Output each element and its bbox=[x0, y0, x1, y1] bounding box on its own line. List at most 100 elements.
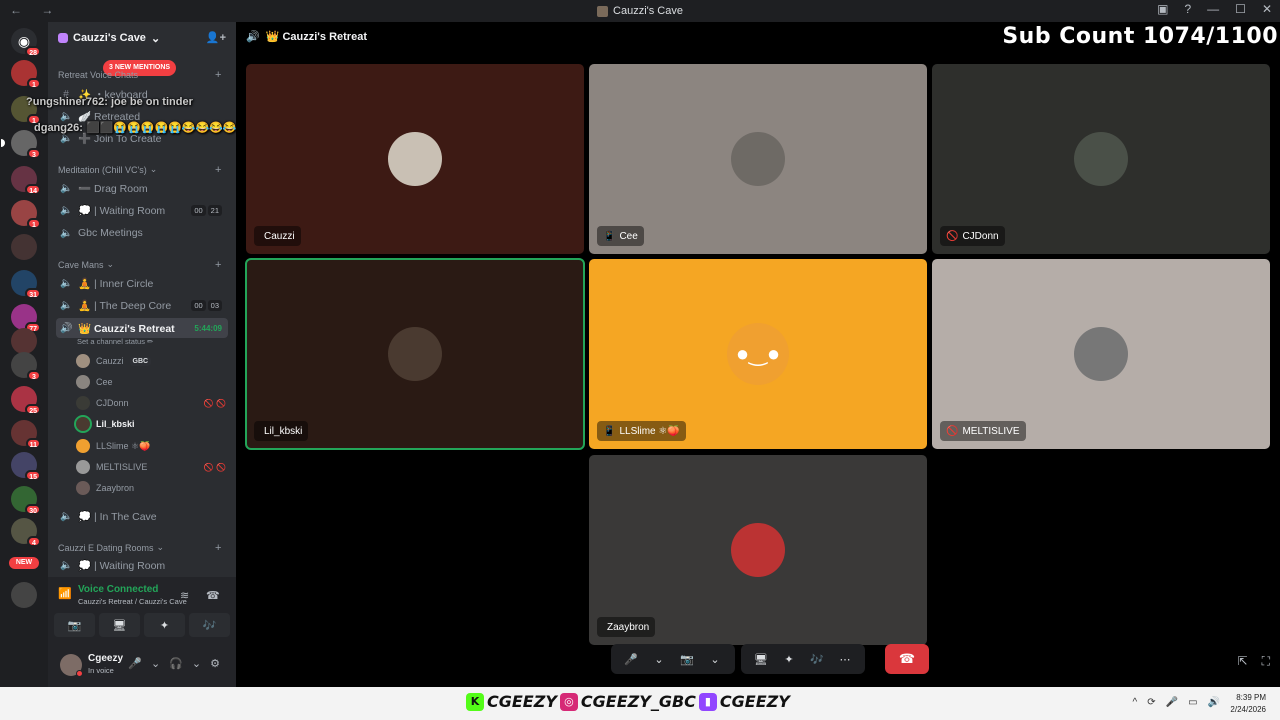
chevron-down-icon[interactable]: ⌄ bbox=[192, 657, 201, 670]
server-header[interactable]: Cauzzi's Cave ⌄ 👤+ bbox=[48, 22, 236, 54]
video-tile-lil-kbski[interactable]: Lil_kbski bbox=[245, 258, 585, 450]
minimize-button[interactable]: — bbox=[1207, 2, 1219, 16]
video-tile-cee[interactable]: 📱 Cee bbox=[589, 64, 927, 254]
disconnect-icon[interactable]: ☎ bbox=[206, 589, 220, 602]
soundboard-button[interactable]: 🎶 bbox=[189, 613, 230, 637]
add-channel-icon[interactable]: + bbox=[215, 69, 221, 81]
nav-arrows[interactable]: ← → bbox=[10, 3, 61, 17]
voice-location[interactable]: Cauzzi's Retreat / Cauzzi's Cave bbox=[78, 597, 187, 606]
title-bar: ← → Cauzzi's Cave ▣ ? — ☐ ✕ bbox=[0, 0, 1280, 22]
camera-off-button[interactable]: 📷 bbox=[54, 613, 95, 637]
video-tile-zaaybron[interactable]: Zaaybron bbox=[589, 455, 927, 645]
channel-inner-circle[interactable]: 🔈 🧘 | Inner Circle bbox=[56, 273, 228, 293]
instagram-icon: ◎ bbox=[559, 692, 578, 711]
headphones-icon[interactable]: 🎧 bbox=[169, 657, 183, 670]
member-cjdonn[interactable]: CJDonn 🚫 🚫 bbox=[76, 393, 226, 413]
microphone-icon[interactable]: 🎤 bbox=[619, 653, 643, 666]
help-icon[interactable]: ? bbox=[1184, 2, 1191, 16]
speaker-icon: 🔈 bbox=[60, 204, 73, 216]
server-icon[interactable]: 77 bbox=[11, 304, 41, 333]
channel-waiting-room-2[interactable]: 🔈 💭 | Waiting Room bbox=[56, 555, 228, 575]
more-icon[interactable]: ⋯ bbox=[833, 653, 857, 666]
activities-button[interactable]: ✦ bbox=[144, 613, 185, 637]
chevron-down-icon[interactable]: ⌄ bbox=[703, 653, 727, 666]
channel-status-hint[interactable]: Set a channel status ✏ bbox=[77, 337, 153, 346]
maximize-button[interactable]: ☐ bbox=[1235, 2, 1246, 16]
server-icon[interactable] bbox=[11, 582, 37, 608]
server-icon[interactable]: 1 bbox=[11, 200, 41, 229]
fullscreen-icon[interactable]: ⛶ bbox=[1262, 654, 1270, 669]
server-icon[interactable] bbox=[11, 328, 37, 354]
channel-drag-room[interactable]: 🔈 ➖ Drag Room bbox=[56, 178, 228, 198]
tile-name: Lil_kbski bbox=[264, 425, 303, 437]
microphone-icon[interactable]: 🎤 bbox=[128, 657, 142, 670]
member-name: Lil_kbski bbox=[96, 419, 135, 429]
soundboard-icon[interactable]: 🎶 bbox=[805, 653, 829, 666]
server-icon[interactable]: 3 bbox=[11, 352, 41, 381]
video-tile-meltislive[interactable]: 🚫 MELTISLIVE bbox=[932, 259, 1270, 449]
member-lil-kbski[interactable]: Lil_kbski bbox=[74, 414, 226, 434]
muted-deafened-icon: 🚫 🚫 bbox=[203, 398, 226, 408]
server-icon[interactable]: 25 bbox=[11, 386, 41, 415]
channel-deep-core[interactable]: 🔈 🧘 | The Deep Core 00 03 bbox=[56, 295, 228, 315]
microphone-icon[interactable]: 🎤 bbox=[1166, 697, 1178, 708]
extras-group: 🖥 ✦ 🎶 ⋯ bbox=[741, 644, 865, 674]
chevron-up-icon[interactable]: ^ bbox=[1133, 697, 1138, 708]
add-channel-icon[interactable]: + bbox=[215, 259, 221, 271]
chevron-down-icon: ⌄ bbox=[156, 542, 165, 552]
disconnect-button[interactable]: ☎ bbox=[885, 644, 929, 674]
member-cauzzi[interactable]: Cauzzi GBC bbox=[76, 351, 226, 371]
username[interactable]: Cgeezy bbox=[88, 653, 123, 664]
add-channel-icon[interactable]: + bbox=[215, 164, 221, 176]
screen-share-icon[interactable]: 🖥 bbox=[749, 653, 773, 666]
member-zaaybron[interactable]: Zaaybron bbox=[76, 478, 226, 498]
user-limit-counter: 00 21 bbox=[191, 204, 222, 216]
channel-in-the-cave[interactable]: 🔈 💭 | In The Cave bbox=[56, 506, 228, 526]
voice-status[interactable]: Voice Connected bbox=[78, 584, 158, 595]
camera-off-icon[interactable]: 📷 bbox=[675, 653, 699, 666]
sync-icon[interactable]: ⟳ bbox=[1147, 697, 1155, 708]
server-icon[interactable] bbox=[11, 234, 37, 260]
sub-count-overlay: Sub Count 1074/1100 bbox=[1002, 24, 1278, 49]
activities-icon[interactable]: ✦ bbox=[777, 653, 801, 666]
home-button[interactable]: ◉ 28 bbox=[11, 28, 41, 57]
noise-suppression-icon[interactable]: ≋ bbox=[180, 589, 189, 602]
gear-icon[interactable]: ⚙ bbox=[210, 657, 220, 670]
category-retreat[interactable]: Retreat Voice Chats + bbox=[58, 69, 221, 81]
channel-waiting-room[interactable]: 🔈 💭 | Waiting Room 00 21 bbox=[56, 200, 228, 220]
member-meltislive[interactable]: MELTISLIVE 🚫 🚫 bbox=[76, 457, 226, 477]
add-channel-icon[interactable]: + bbox=[215, 542, 221, 554]
clock[interactable]: 8:39 PM 2/24/2026 bbox=[1230, 692, 1266, 716]
chevron-down-icon[interactable]: ⌄ bbox=[151, 657, 160, 670]
channel-cauzzis-retreat[interactable]: 🔊 👑 Cauzzi's Retreat 5:44:09 bbox=[56, 318, 228, 338]
channel-label: 💭 | In The Cave bbox=[78, 510, 157, 523]
category-dating[interactable]: Cauzzi E Dating Rooms ⌄ + bbox=[58, 542, 221, 554]
speaker-icon: 🔈 bbox=[60, 299, 73, 311]
channel-gbc-meetings[interactable]: 🔈 Gbc Meetings bbox=[56, 223, 228, 243]
inbox-icon[interactable]: ▣ bbox=[1157, 2, 1168, 16]
close-button[interactable]: ✕ bbox=[1262, 2, 1272, 16]
popout-icon[interactable]: ⇱ bbox=[1238, 654, 1248, 669]
server-icon[interactable]: 1 bbox=[11, 60, 41, 89]
member-cee[interactable]: Cee bbox=[76, 372, 226, 392]
server-icon[interactable]: 15 bbox=[11, 452, 41, 481]
video-tile-cjdonn[interactable]: 🚫 CJDonn bbox=[932, 64, 1270, 254]
server-icon[interactable]: 31 bbox=[11, 270, 41, 299]
muted-deafened-icon: 🚫 🚫 bbox=[203, 462, 226, 472]
server-icon[interactable]: 30 bbox=[11, 486, 41, 515]
screen-share-button[interactable]: 🖥 bbox=[99, 613, 140, 637]
video-tile-llslime[interactable]: ●‿● 📱 LLSlime ⚛🍑 bbox=[589, 259, 927, 449]
chevron-down-icon[interactable]: ⌄ bbox=[647, 653, 671, 666]
monitor-icon[interactable]: ▭ bbox=[1188, 697, 1197, 708]
video-tile-cauzzi[interactable]: Cauzzi bbox=[246, 64, 584, 254]
chat-user: dgang26: bbox=[34, 122, 83, 134]
volume-icon[interactable]: 🔊 bbox=[1208, 697, 1220, 708]
server-icon[interactable]: 11 bbox=[11, 420, 41, 449]
category-cave-mans[interactable]: Cave Mans ⌄ + bbox=[58, 259, 221, 271]
member-llslime[interactable]: LLSlime ⚛🍑 bbox=[76, 436, 226, 456]
server-icon[interactable]: 14 bbox=[11, 166, 41, 195]
invite-people-icon[interactable]: 👤+ bbox=[206, 31, 226, 44]
category-meditation[interactable]: Meditation (Chill VC's) ⌄ + bbox=[58, 164, 221, 176]
signal-icon[interactable]: 📶 bbox=[58, 587, 72, 600]
server-icon[interactable]: 4 bbox=[11, 518, 41, 547]
